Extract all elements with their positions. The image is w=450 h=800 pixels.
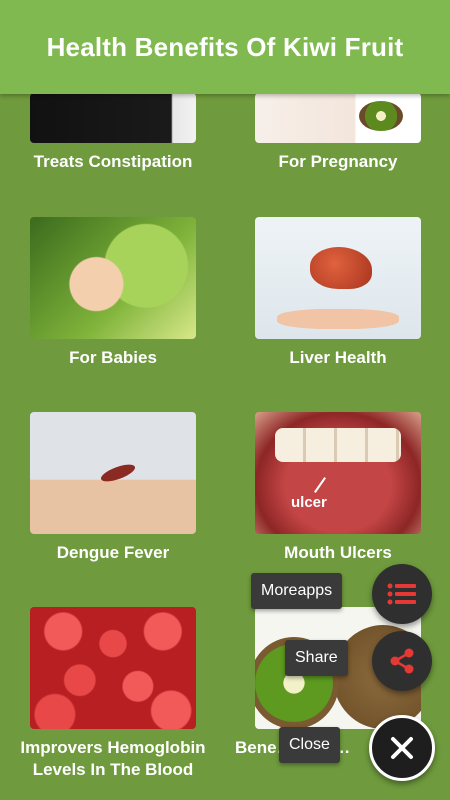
card-hemoglobin[interactable]: Improvers Hemoglobin Levels In The Blood	[20, 607, 206, 781]
pregnancy-image	[255, 93, 421, 143]
constipation-image	[30, 93, 196, 143]
moreapps-button[interactable]	[372, 564, 432, 624]
app-bar: Health Benefits Of Kiwi Fruit	[0, 0, 450, 94]
ulcer-image: ulcer	[255, 412, 421, 534]
moreapps-label[interactable]: Moreapps	[251, 573, 343, 609]
share-label[interactable]: Share	[285, 640, 348, 676]
ulcer-image-label: ulcer	[291, 494, 327, 511]
card-title: For Babies	[69, 348, 157, 367]
card-title: For Pregnancy	[278, 152, 398, 171]
card-mouth-ulcers[interactable]: ulcer Mouth Ulcers	[255, 412, 421, 564]
card-treats-constipation[interactable]: Treats Constipation	[30, 93, 196, 173]
card-title: Treats Constipation	[33, 152, 193, 171]
babies-image	[30, 217, 196, 339]
close-icon	[391, 737, 413, 759]
blood-cells-image	[30, 607, 196, 729]
card-title: Improvers Hemoglobin Levels In The Blood	[20, 738, 206, 779]
share-button[interactable]	[372, 631, 432, 691]
card-for-babies[interactable]: For Babies	[30, 217, 196, 369]
page-title: Health Benefits Of Kiwi Fruit	[46, 31, 404, 62]
close-menu-button[interactable]	[369, 715, 435, 781]
card-title: Mouth Ulcers	[284, 543, 392, 562]
close-label[interactable]: Close	[279, 727, 340, 763]
card-dengue-fever[interactable]: Dengue Fever	[30, 412, 196, 564]
dengue-image	[30, 412, 196, 534]
share-icon	[390, 648, 414, 674]
card-for-pregnancy[interactable]: For Pregnancy	[255, 93, 421, 173]
liver-image	[255, 217, 421, 339]
card-liver-health[interactable]: Liver Health	[255, 217, 421, 369]
list-icon	[387, 583, 416, 605]
card-title: Dengue Fever	[56, 543, 170, 562]
card-title: Liver Health	[289, 348, 387, 367]
